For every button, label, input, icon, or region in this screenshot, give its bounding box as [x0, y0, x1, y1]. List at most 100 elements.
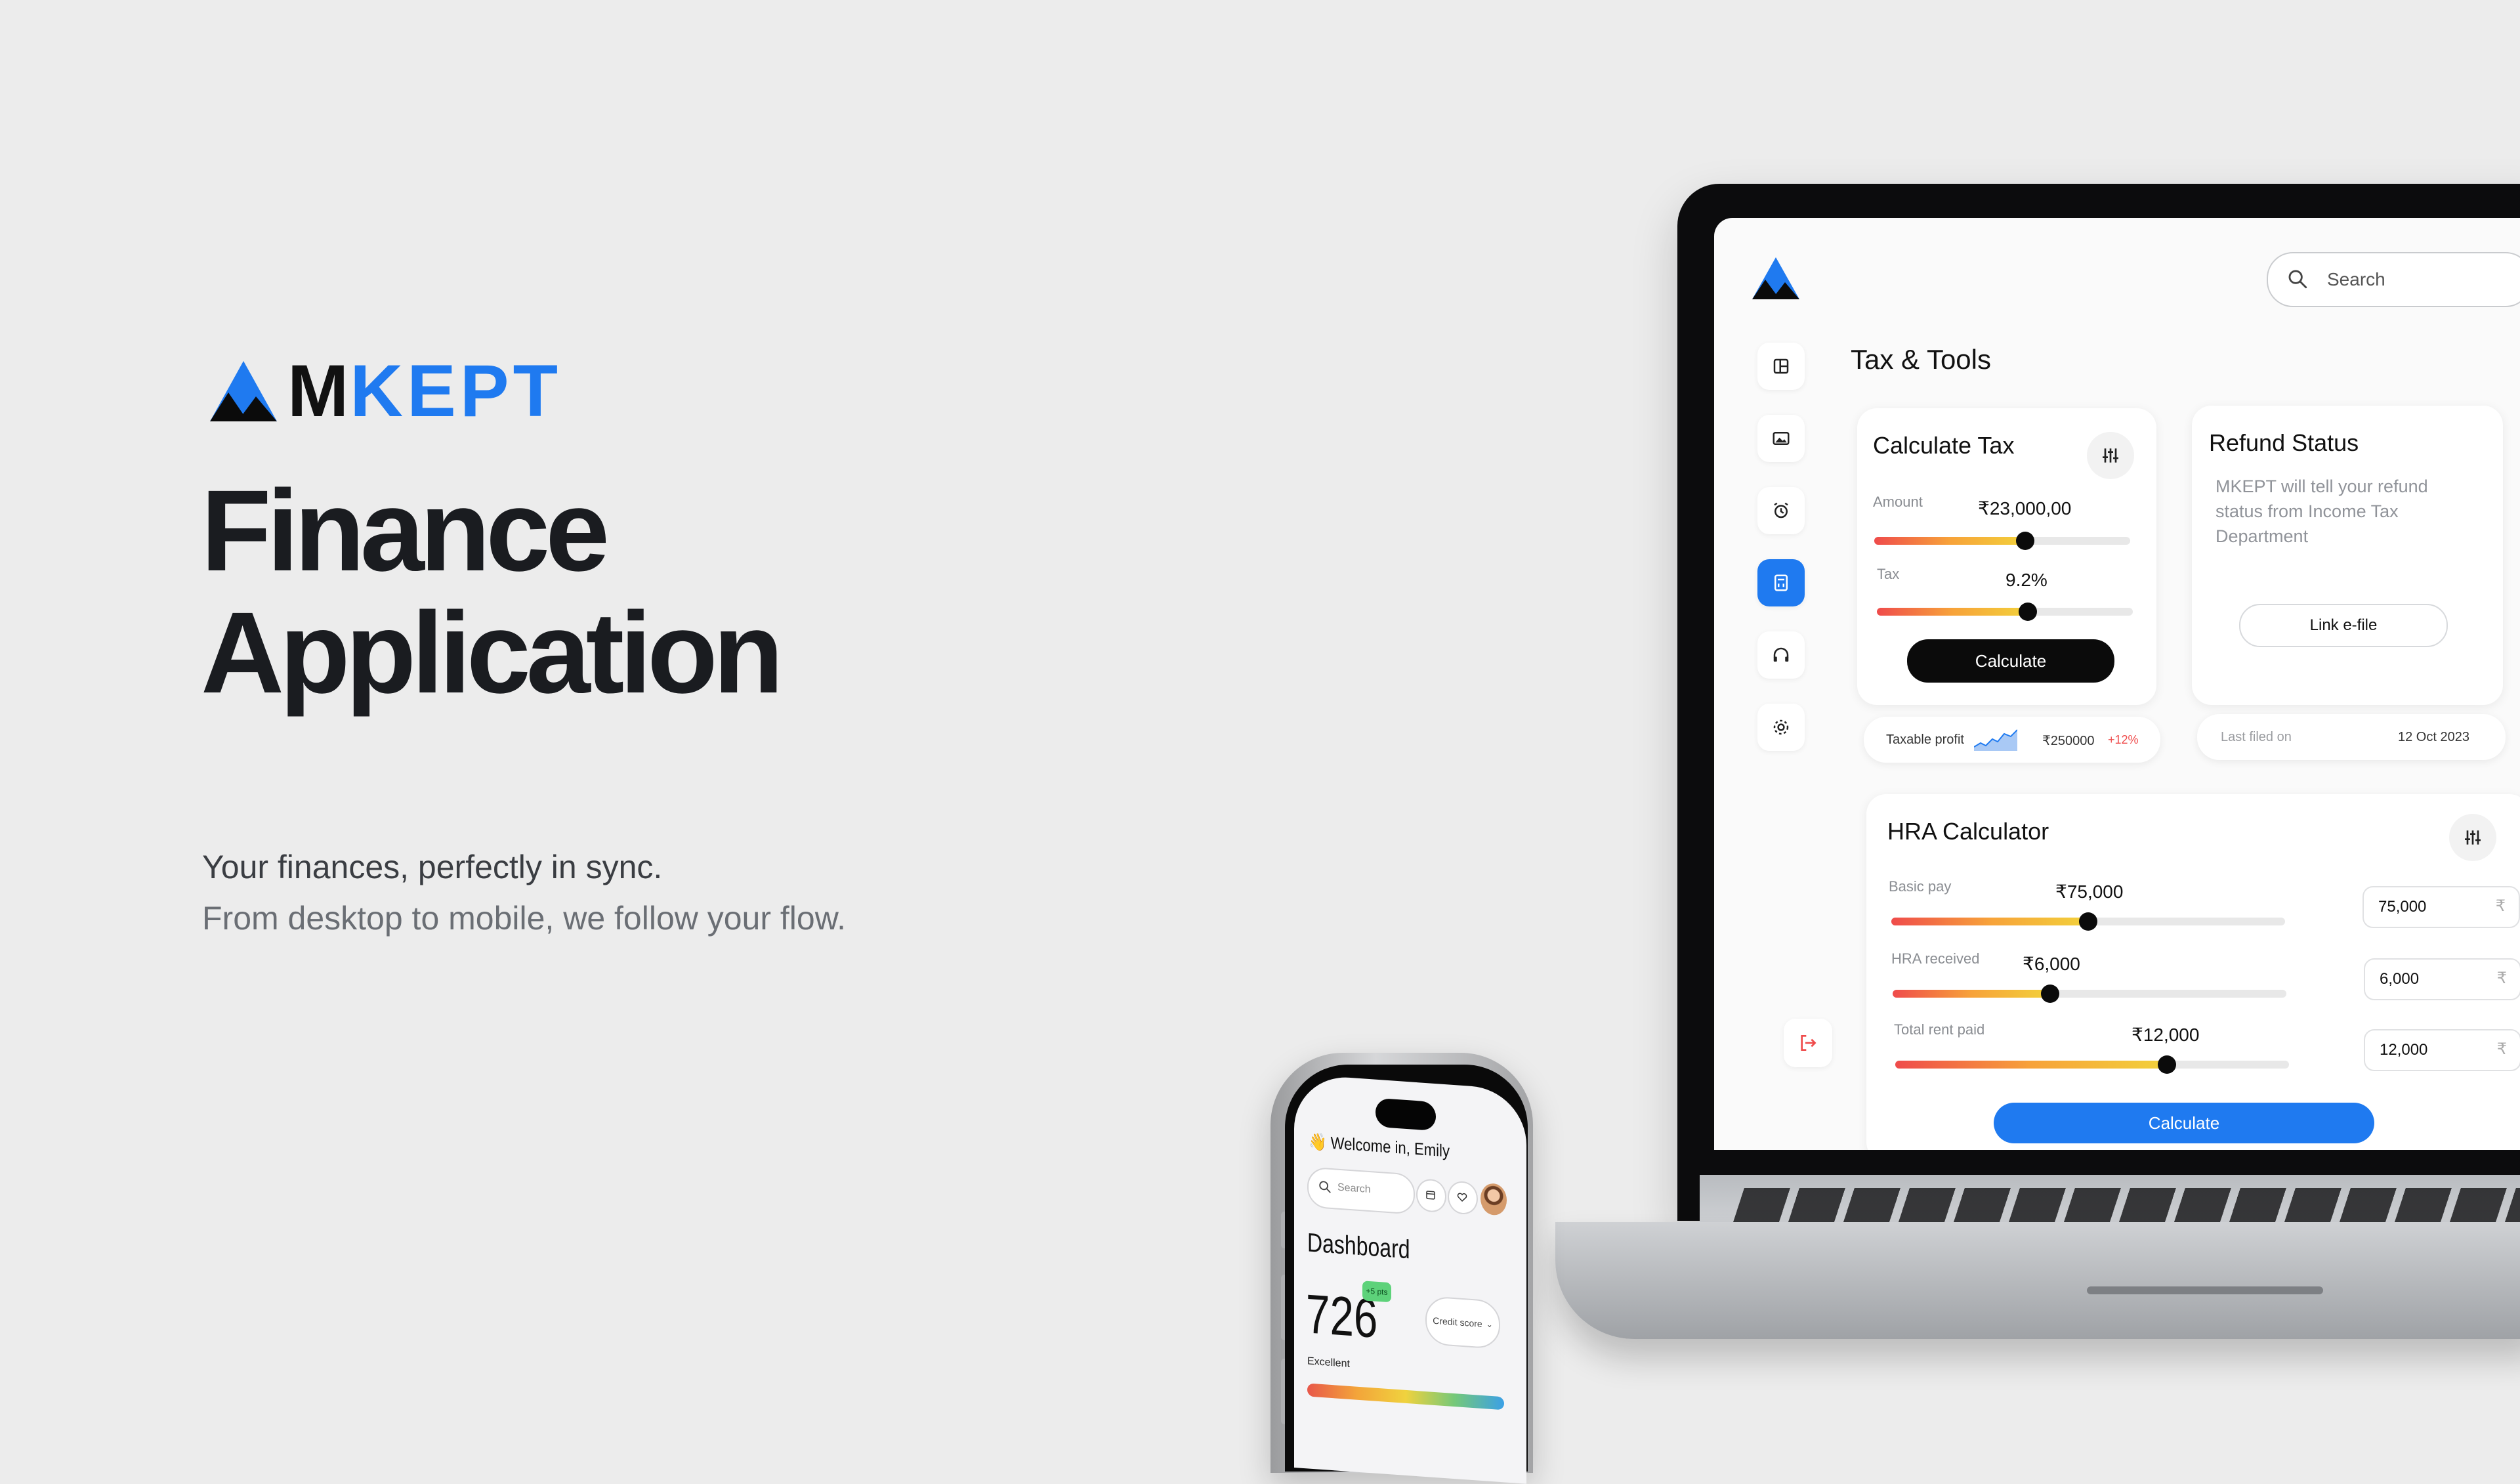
hra-calculator-title: HRA Calculator: [1887, 818, 2049, 845]
logout-icon: [1801, 1035, 1816, 1051]
rupee-icon: ₹: [2496, 969, 2507, 987]
mkept-logo-icon: [210, 361, 277, 421]
search-icon: [1319, 1181, 1331, 1193]
mobile-dashboard-title: Dashboard: [1307, 1228, 1410, 1265]
tax-slider-handle[interactable]: [2019, 603, 2038, 621]
hero-title-line1: Finance: [201, 467, 610, 595]
total-rent-slider[interactable]: [1895, 1055, 2289, 1074]
laptop-trackpad-edge: [2087, 1286, 2323, 1294]
amount-label: Amount: [1873, 494, 1923, 510]
total-rent-value: ₹12,000: [2132, 1025, 2200, 1045]
mobile-welcome-text: Welcome in, Emily: [1330, 1132, 1450, 1161]
tax-slider-fill: [1877, 608, 2028, 616]
brand-name-rest: KEPT: [350, 350, 562, 432]
basic-pay-slider-fill: [1891, 918, 2088, 925]
hra-received-slider[interactable]: [1893, 985, 2286, 1003]
sliders-icon: [2465, 830, 2481, 845]
calculate-tax-settings-button[interactable]: [2087, 432, 2134, 479]
credit-score-gauge: [1307, 1383, 1504, 1410]
tax-value: 9.2%: [2006, 570, 2048, 590]
taxable-profit-change: +12%: [2108, 733, 2139, 746]
laptop-base: [1555, 1222, 2520, 1339]
gear-icon: [1773, 719, 1789, 735]
hra-calculator-card: HRA Calculator Basic pay ₹75,000 75,000 …: [1866, 794, 2520, 1150]
total-rent-slider-fill: [1895, 1061, 2167, 1069]
last-filed-value: 12 Oct 2023: [2398, 730, 2469, 744]
last-filed-pill: Last filed on 12 Oct 2023: [2197, 714, 2506, 760]
brand-name-m: M: [287, 350, 350, 432]
sidebar-item-settings[interactable]: [1757, 704, 1805, 751]
credit-rating: Excellent: [1307, 1355, 1350, 1370]
hra-received-value: ₹6,000: [2023, 954, 2080, 974]
credit-score-dropdown-label: Credit score: [1433, 1315, 1482, 1330]
hra-received-input[interactable]: 6,000 ₹: [2364, 958, 2520, 1000]
amount-slider-handle[interactable]: [2016, 532, 2035, 550]
last-filed-label: Last filed on: [2221, 730, 2292, 744]
basic-pay-slider-handle[interactable]: [2079, 912, 2097, 931]
rupee-icon: ₹: [2495, 897, 2506, 915]
amount-value: ₹23,000,00: [1978, 498, 2072, 519]
hero-title-line2: Application: [201, 589, 784, 717]
sidebar-item-support[interactable]: [1757, 631, 1805, 679]
hra-settings-button[interactable]: [2449, 814, 2496, 861]
logout-button[interactable]: [1784, 1019, 1832, 1067]
total-rent-slider-handle[interactable]: [2158, 1055, 2176, 1074]
total-rent-label: Total rent paid: [1894, 1021, 1985, 1038]
hra-calculate-button[interactable]: Calculate: [1994, 1103, 2374, 1143]
calculate-tax-card: Calculate Tax Amount ₹23,000,00 Tax 9.2%…: [1857, 408, 2156, 705]
basic-pay-value: ₹75,000: [2055, 881, 2124, 902]
hero-title: Finance Application: [201, 467, 784, 717]
amount-slider-fill: [1874, 537, 2026, 545]
mobile-app-screen: 👋 Welcome in, Emily Search Dashboard 726…: [1294, 1074, 1526, 1484]
refund-status-title: Refund Status: [2209, 429, 2359, 456]
layout-icon: [1773, 358, 1789, 374]
hra-received-slider-fill: [1893, 990, 2050, 998]
basic-pay-input[interactable]: 75,000 ₹: [2362, 886, 2520, 928]
mobile-favorites-button[interactable]: [1448, 1180, 1478, 1216]
refund-status-description: MKEPT will tell your refund status from …: [2216, 477, 2428, 546]
hero-subtagline: From desktop to mobile, we follow your f…: [202, 900, 846, 937]
sparkline-icon: [1974, 729, 2017, 751]
refund-status-card: Refund Status MKEPT will tell your refun…: [2192, 406, 2503, 705]
total-rent-input[interactable]: 12,000 ₹: [2364, 1029, 2520, 1071]
app-logo-icon: [1752, 257, 1799, 299]
calculate-tax-title: Calculate Tax: [1873, 432, 2015, 459]
search-icon: [2288, 270, 2307, 289]
total-rent-input-value: 12,000: [2380, 1041, 2428, 1059]
hra-received-input-value: 6,000: [2380, 970, 2420, 988]
tax-label: Tax: [1877, 566, 1900, 582]
link-efile-button[interactable]: Link e-file: [2239, 604, 2448, 647]
hra-received-label: HRA received: [1891, 950, 1980, 967]
sliders-icon: [2103, 448, 2118, 463]
search-input[interactable]: Search: [2267, 252, 2520, 307]
desktop-app-screen: Search Tax & Tools Calculate Tax Amount …: [1714, 218, 2520, 1150]
sidebar-item-tax-tools[interactable]: [1757, 559, 1805, 606]
brand-logo: M KEPT: [209, 354, 562, 428]
mobile-calendar-button[interactable]: [1416, 1178, 1446, 1214]
basic-pay-slider[interactable]: [1891, 912, 2285, 931]
taxable-profit-label: Taxable profit: [1886, 732, 1964, 747]
hra-received-slider-handle[interactable]: [2041, 985, 2059, 1003]
basic-pay-input-value: 75,000: [2378, 898, 2427, 916]
amount-slider[interactable]: [1874, 532, 2130, 550]
basic-pay-label: Basic pay: [1889, 878, 1952, 895]
mobile-welcome: 👋 Welcome in, Emily: [1309, 1132, 1450, 1162]
mobile-search-input[interactable]: Search: [1307, 1166, 1415, 1215]
hero-tagline: Your finances, perfectly in sync.: [202, 849, 663, 885]
search-placeholder: Search: [2327, 269, 2385, 289]
chevron-down-icon: ⌄: [1486, 1319, 1493, 1330]
sidebar-item-layout[interactable]: [1757, 343, 1805, 390]
image-icon: [1773, 432, 1790, 445]
avatar[interactable]: [1480, 1182, 1507, 1216]
headphones-icon: [1773, 647, 1789, 662]
calendar-icon: [1426, 1191, 1435, 1200]
taxable-profit-pill: Taxable profit ₹250000 +12%: [1864, 717, 2160, 763]
score-change-badge: +5 pts: [1362, 1281, 1391, 1303]
credit-score-dropdown[interactable]: Credit score ⌄: [1425, 1295, 1500, 1349]
page-title: Tax & Tools: [1851, 344, 1991, 375]
sidebar-item-gallery[interactable]: [1757, 415, 1805, 462]
sidebar-item-reminders[interactable]: [1757, 487, 1805, 534]
calculate-tax-button[interactable]: Calculate: [1907, 639, 2114, 683]
tax-slider[interactable]: [1877, 603, 2133, 621]
mobile-search-placeholder: Search: [1337, 1181, 1371, 1196]
